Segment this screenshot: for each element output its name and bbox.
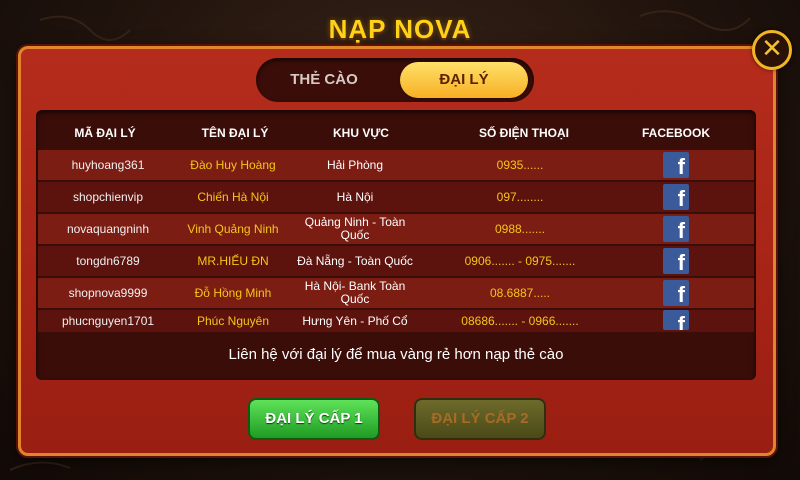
agent-phone: 08686....... - 0966....... [461, 313, 579, 328]
agent-area: Quảng Ninh - Toàn Quốc [304, 215, 406, 242]
agent-area: Hà Nội- Bank Toàn Quốc [304, 279, 406, 306]
table-row: phucnguyen1701 Phúc Nguyên Hưng Yên - Ph… [38, 310, 754, 332]
column-header-phone: SỐ ĐIỆN THOẠI [478, 126, 569, 140]
table-row: shopchienvip Chiến Hà Nội Hà Nội 097....… [38, 182, 754, 212]
agent-name: Phúc Nguyên [196, 313, 270, 328]
facebook-cell: f [636, 182, 716, 212]
agent-phone: 0935...... [496, 157, 544, 172]
agent-area: Đà Nẵng - Toàn Quốc [297, 253, 413, 268]
agent-area: Hà Nội [336, 189, 374, 204]
agent-id: phucnguyen1701 [61, 313, 155, 328]
column-header-area: KHU VỰC [333, 126, 389, 140]
agent-id: novaquangninh [66, 221, 150, 236]
facebook-cell: f [636, 278, 716, 308]
agent-id: shopnova9999 [68, 285, 148, 300]
agent-name: MR.HIẾU ĐN [197, 253, 269, 268]
facebook-icon[interactable]: f [663, 280, 689, 306]
agent-name: Đào Huy Hoàng [190, 157, 276, 172]
agent-name: Vinh Quảng Ninh [187, 221, 279, 236]
tab-the-cao[interactable]: THẺ CÀO [262, 62, 386, 98]
agent-hint-text: Liên hệ với đại lý để mua vàng rẻ hơn nạ… [228, 346, 564, 363]
facebook-icon[interactable]: f [663, 248, 689, 274]
column-header-id: MÃ ĐẠI LÝ [74, 126, 136, 140]
agent-area: Hưng Yên - Phố Cổ [302, 313, 408, 328]
agent-phone: 0988....... [494, 221, 546, 236]
agent-id: shopchienvip [72, 189, 144, 204]
column-header-name: TÊN ĐẠI LÝ [201, 126, 269, 140]
agent-level-1-button[interactable]: ĐẠI LÝ CẤP 1 [248, 398, 380, 440]
close-button[interactable]: ✕ [752, 30, 792, 70]
agent-phone: 097........ [496, 189, 544, 204]
facebook-cell: f [636, 150, 716, 180]
facebook-cell: f [636, 310, 716, 332]
table-row: shopnova9999 Đỗ Hồng Minh Hà Nội- Bank T… [38, 278, 754, 308]
agent-name: Chiến Hà Nội [197, 189, 269, 204]
facebook-cell: f [636, 246, 716, 276]
table-row: novaquangninh Vinh Quảng Ninh Quảng Ninh… [38, 214, 754, 244]
tab-dai-ly[interactable]: ĐẠI LÝ [400, 62, 528, 98]
facebook-icon[interactable]: f [663, 184, 689, 210]
table-row: huyhoang361 Đào Huy Hoàng Hải Phòng 0935… [38, 150, 754, 180]
facebook-icon[interactable]: f [663, 152, 689, 178]
agent-id: huyhoang361 [71, 157, 145, 172]
agent-area: Hải Phòng [326, 157, 384, 172]
column-header-facebook: FACEBOOK [641, 126, 710, 140]
dialog-title: NẠP NOVA [328, 14, 472, 44]
agent-level-2-button[interactable]: ĐẠI LÝ CẤP 2 [414, 398, 546, 440]
agent-name: Đỗ Hồng Minh [194, 285, 272, 300]
facebook-cell: f [636, 214, 716, 244]
tab-bar: THẺ CÀO ĐẠI LÝ [256, 58, 534, 102]
table-row: tongdn6789 MR.HIẾU ĐN Đà Nẵng - Toàn Quố… [38, 246, 754, 276]
agent-phone: 08.6887..... [489, 285, 551, 300]
agent-id: tongdn6789 [76, 253, 140, 268]
facebook-icon[interactable]: f [663, 216, 689, 242]
facebook-icon[interactable]: f [663, 310, 689, 330]
agent-phone: 0906....... - 0975....... [464, 253, 576, 268]
close-icon: ✕ [761, 34, 783, 64]
